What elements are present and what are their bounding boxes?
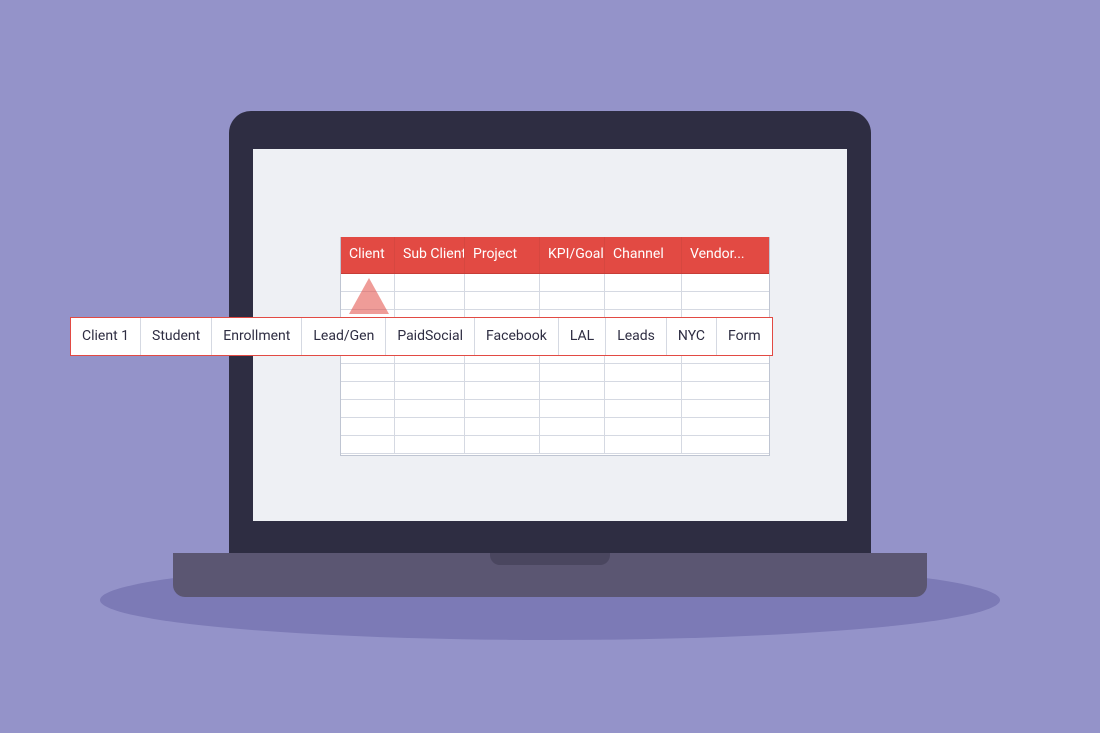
cell[interactable] xyxy=(540,418,605,435)
table-row[interactable] xyxy=(341,364,769,382)
callout-cell-lead-gen: Lead/Gen xyxy=(302,318,386,355)
table-row[interactable] xyxy=(341,382,769,400)
pointer-triangle-icon xyxy=(349,278,389,314)
callout-strip: Client 1 Student Enrollment Lead/Gen Pai… xyxy=(70,317,773,356)
cell[interactable] xyxy=(341,436,395,453)
cell[interactable] xyxy=(465,274,540,291)
cell[interactable] xyxy=(682,274,769,291)
cell[interactable] xyxy=(682,382,769,399)
cell[interactable] xyxy=(540,292,605,309)
cell[interactable] xyxy=(682,418,769,435)
cell[interactable] xyxy=(540,382,605,399)
table-row[interactable] xyxy=(341,400,769,418)
cell[interactable] xyxy=(682,364,769,381)
cell[interactable] xyxy=(605,436,682,453)
callout-cell-nyc: NYC xyxy=(667,318,717,355)
table-row[interactable] xyxy=(341,274,769,292)
header-client[interactable]: Client xyxy=(341,237,395,273)
cell[interactable] xyxy=(605,364,682,381)
cell[interactable] xyxy=(605,292,682,309)
cell[interactable] xyxy=(341,418,395,435)
cell[interactable] xyxy=(605,400,682,417)
cell[interactable] xyxy=(395,400,465,417)
header-project[interactable]: Project xyxy=(465,237,540,273)
cell[interactable] xyxy=(395,364,465,381)
cell[interactable] xyxy=(395,436,465,453)
spreadsheet-header-row: Client Sub Client Project KPI/Goal Chann… xyxy=(341,237,769,274)
cell[interactable] xyxy=(540,400,605,417)
header-kpi-goal[interactable]: KPI/Goal xyxy=(540,237,605,273)
table-row[interactable] xyxy=(341,292,769,310)
table-row[interactable] xyxy=(341,418,769,436)
cell[interactable] xyxy=(395,418,465,435)
callout-cell-student: Student xyxy=(141,318,212,355)
callout-cell-form: Form xyxy=(717,318,772,355)
cell[interactable] xyxy=(395,292,465,309)
cell[interactable] xyxy=(465,292,540,309)
cell[interactable] xyxy=(540,274,605,291)
cell[interactable] xyxy=(465,418,540,435)
cell[interactable] xyxy=(682,400,769,417)
cell[interactable] xyxy=(540,436,605,453)
cell[interactable] xyxy=(341,364,395,381)
cell[interactable] xyxy=(540,364,605,381)
header-vendor[interactable]: Vendor... xyxy=(682,237,769,273)
cell[interactable] xyxy=(465,436,540,453)
table-row[interactable] xyxy=(341,436,769,454)
callout-cell-lal: LAL xyxy=(559,318,606,355)
cell[interactable] xyxy=(465,400,540,417)
callout-cell-client: Client 1 xyxy=(71,318,141,355)
callout-cell-paidsocial: PaidSocial xyxy=(386,318,475,355)
callout-cell-enrollment: Enrollment xyxy=(212,318,302,355)
cell[interactable] xyxy=(341,382,395,399)
callout-cell-facebook: Facebook xyxy=(475,318,559,355)
cell[interactable] xyxy=(465,364,540,381)
cell[interactable] xyxy=(465,382,540,399)
cell[interactable] xyxy=(605,418,682,435)
cell[interactable] xyxy=(605,382,682,399)
cell[interactable] xyxy=(341,400,395,417)
cell[interactable] xyxy=(395,274,465,291)
cell[interactable] xyxy=(682,292,769,309)
header-sub-client[interactable]: Sub Client xyxy=(395,237,465,273)
cell[interactable] xyxy=(605,274,682,291)
callout-cell-leads: Leads xyxy=(606,318,667,355)
cell[interactable] xyxy=(395,382,465,399)
cell[interactable] xyxy=(682,436,769,453)
laptop-notch xyxy=(490,553,610,565)
header-channel[interactable]: Channel xyxy=(605,237,682,273)
